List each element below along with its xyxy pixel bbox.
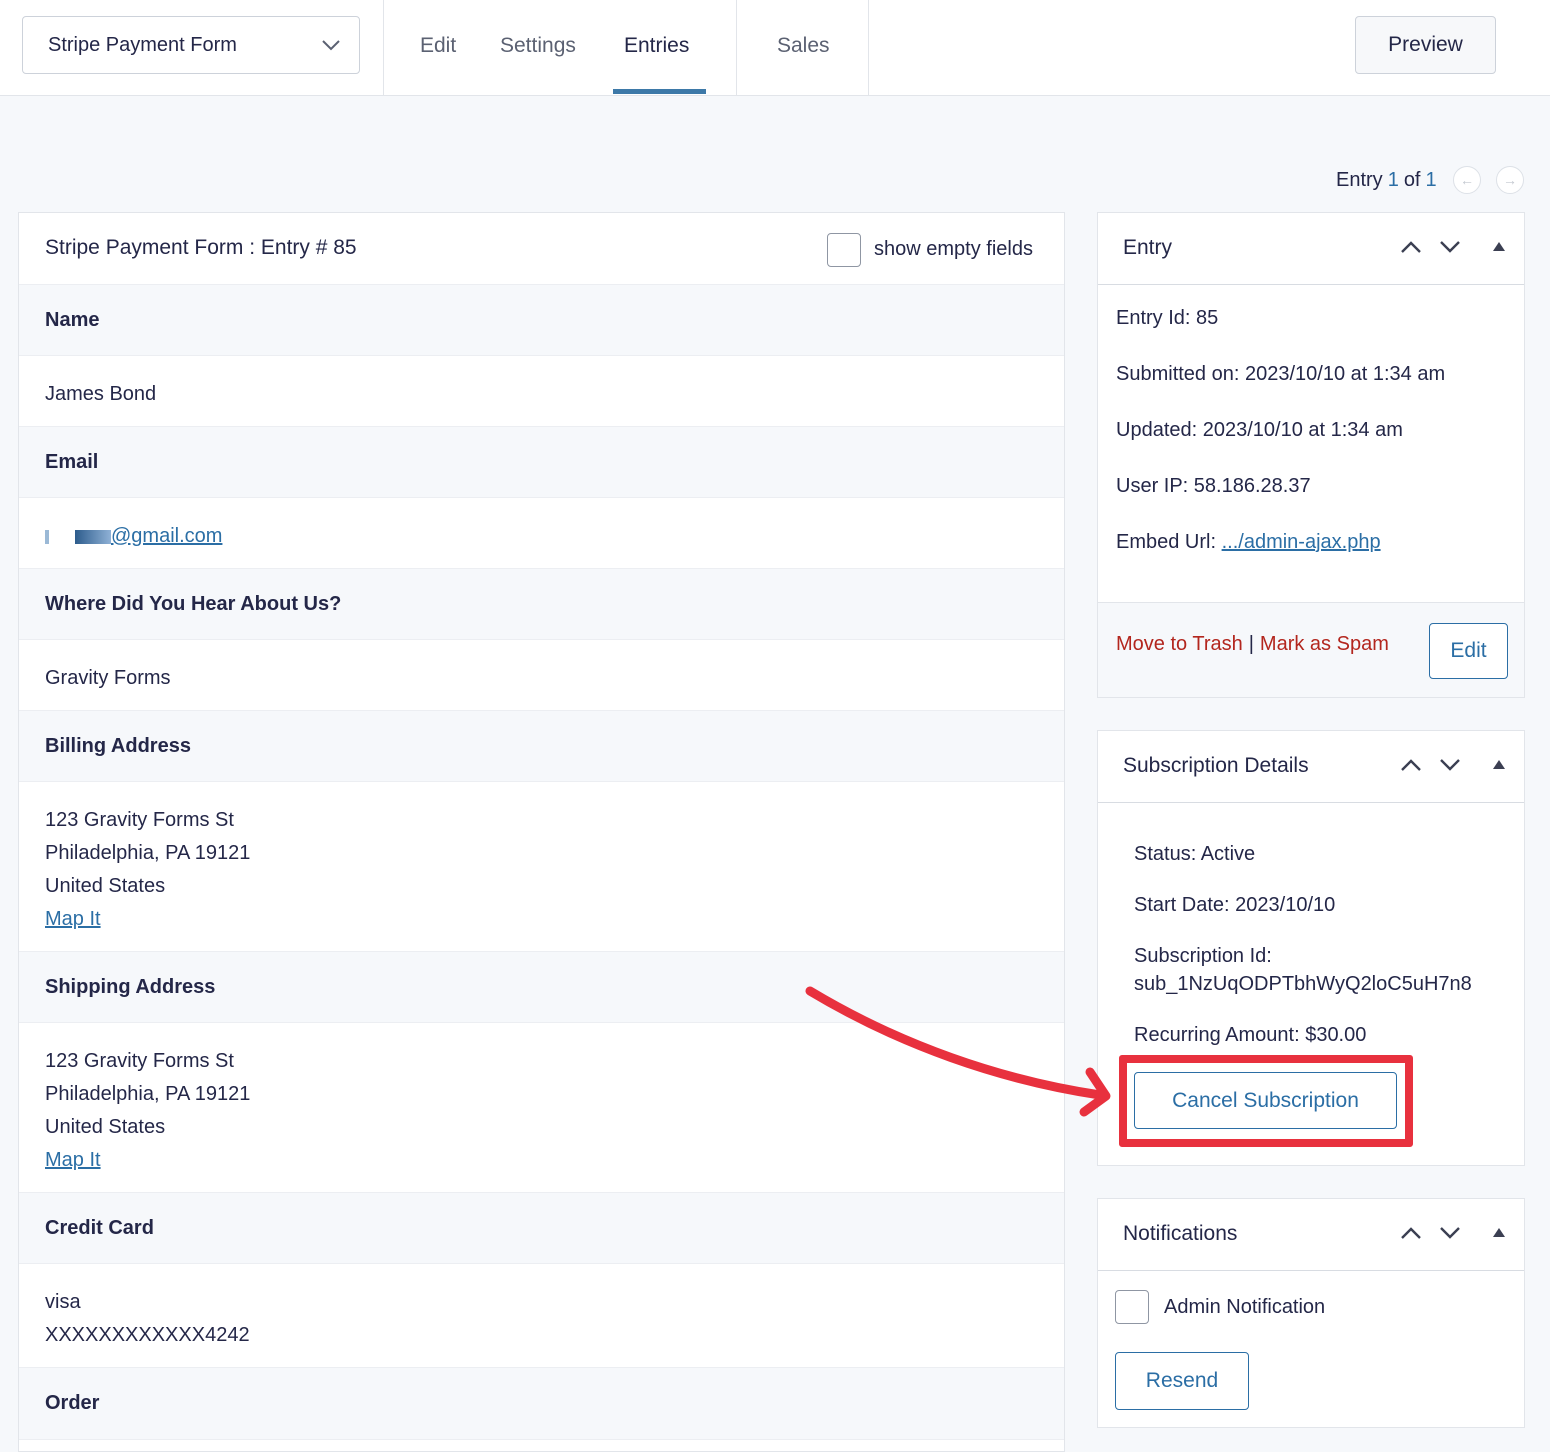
field-label-row: Order [19,1368,1064,1440]
email-link[interactable]: @gmail.com [111,525,222,547]
collapse-toggle-icon[interactable] [1493,760,1505,769]
subscription-panel-header: Subscription Details [1098,731,1524,803]
admin-notification-checkbox[interactable] [1115,1290,1149,1324]
card-number: XXXXXXXXXXXX4242 [45,1324,250,1346]
embed-url: Embed Url: .../admin-ajax.php [1116,531,1381,554]
show-empty-fields-label: show empty fields [874,238,1033,260]
move-up-icon[interactable] [1400,1225,1422,1241]
updated-on: Updated: 2023/10/10 at 1:34 am [1116,419,1403,441]
shipping-label: Shipping Address [45,976,216,998]
edit-entry-button[interactable]: Edit [1429,623,1508,679]
collapse-toggle-icon[interactable] [1493,242,1505,251]
entry-panel-title: Entry [1123,236,1173,259]
tab-edit[interactable]: Edit [420,0,456,95]
name-label: Name [45,309,100,331]
pager-prefix: Entry [1336,168,1383,191]
form-selector-label: Stripe Payment Form [48,33,237,56]
top-bar: Stripe Payment Form Edit Settings Entrie… [0,0,1550,96]
redacted-mark [45,529,49,544]
shipping-map-link[interactable]: Map It [45,1149,101,1171]
field-value-row: Gravity Forms [19,640,1064,711]
field-label-row: Billing Address [19,711,1064,782]
billing-line: Philadelphia, PA 19121 [45,842,251,864]
user-ip: User IP: 58.186.28.37 [1116,475,1311,497]
billing-map-link[interactable]: Map It [45,908,101,930]
billing-label: Billing Address [45,735,191,757]
move-to-trash-link[interactable]: Move to Trash [1116,633,1243,655]
subscription-id-label: Subscription Id: [1134,945,1272,967]
admin-notification-label: Admin Notification [1164,1296,1326,1318]
field-label-row: Shipping Address [19,952,1064,1023]
notifications-panel: Notifications Admin Notification Resend [1097,1198,1525,1428]
pager-current: 1 [1387,168,1399,191]
pager-total: 1 [1425,168,1437,191]
field-label-row: Email [19,427,1064,498]
move-down-icon[interactable] [1439,1225,1461,1241]
tab-settings[interactable]: Settings [500,0,576,95]
move-down-icon[interactable] [1439,757,1461,773]
form-selector[interactable]: Stripe Payment Form [22,16,360,74]
divider [383,0,384,95]
subscription-status: Status: Active [1134,843,1256,865]
field-label-row: Credit Card [19,1193,1064,1264]
notifications-panel-title: Notifications [1123,1222,1238,1245]
entry-detail-card: Stripe Payment Form : Entry # 85 show em… [18,212,1065,1452]
entry-panel-header: Entry [1098,213,1524,285]
divider [868,0,869,95]
embed-url-link[interactable]: .../admin-ajax.php [1222,531,1381,553]
next-entry-arrow-icon[interactable]: → [1496,166,1524,194]
chevron-down-icon [322,40,340,51]
divider [736,0,737,95]
move-up-icon[interactable] [1400,239,1422,255]
entry-detail-title: Stripe Payment Form : Entry # 85 [45,236,357,259]
subscription-panel-title: Subscription Details [1123,754,1309,777]
entry-pager: Entry 1 of 1 [1336,166,1442,194]
redacted-mark [75,529,111,544]
move-down-icon[interactable] [1439,239,1461,255]
entry-action-links: Move to Trash | Mark as Spam [1116,633,1389,656]
billing-line: 123 Gravity Forms St [45,809,234,831]
resend-button[interactable]: Resend [1115,1352,1249,1410]
embed-url-label: Embed Url: [1116,531,1217,553]
mark-as-spam-link[interactable]: Mark as Spam [1260,633,1389,655]
pager-of: of [1403,168,1421,191]
recurring-amount: Recurring Amount: $30.00 [1134,1024,1367,1046]
field-value-row: 123 Gravity Forms St Philadelphia, PA 19… [19,782,1064,952]
show-empty-fields-checkbox[interactable] [827,233,861,267]
order-label: Order [45,1392,100,1414]
move-up-icon[interactable] [1400,757,1422,773]
annotation-highlight-box [1119,1055,1413,1147]
active-tab-indicator [613,89,706,94]
card-type: visa [45,1291,81,1313]
hear-label: Where Did You Hear About Us? [45,593,342,615]
preview-button[interactable]: Preview [1355,16,1496,74]
hear-value: Gravity Forms [45,667,171,689]
card-label: Credit Card [45,1217,154,1239]
submitted-on: Submitted on: 2023/10/10 at 1:34 am [1116,363,1446,385]
field-label-row: Where Did You Hear About Us? [19,569,1064,640]
shipping-line: United States [45,1116,166,1138]
billing-line: United States [45,875,166,897]
field-value-row: visa XXXXXXXXXXXX4242 [19,1264,1064,1368]
subscription-start-date: Start Date: 2023/10/10 [1134,894,1336,916]
action-separator: | [1248,633,1254,655]
field-label-row: Name [19,285,1064,356]
shipping-line: 123 Gravity Forms St [45,1050,234,1072]
collapse-toggle-icon[interactable] [1493,1228,1505,1237]
previous-entry-arrow-icon[interactable]: ← [1453,166,1481,194]
email-label: Email [45,451,99,473]
field-value-row: @gmail.com [19,498,1064,569]
shipping-line: Philadelphia, PA 19121 [45,1083,251,1105]
field-value-row: James Bond [19,356,1064,427]
entry-panel: Entry Entry Id: 85 Submitted on: 2023/10… [1097,212,1525,698]
notifications-panel-header: Notifications [1098,1199,1524,1271]
tab-entries[interactable]: Entries [624,0,689,95]
tab-sales[interactable]: Sales [777,0,830,95]
entry-actions: Move to Trash | Mark as Spam Edit [1098,602,1524,697]
entry-detail-header: Stripe Payment Form : Entry # 85 show em… [19,213,1064,285]
entry-id: Entry Id: 85 [1116,307,1219,329]
name-value: James Bond [45,383,157,405]
subscription-id-value: sub_1NzUqODPTbhWyQ2loC5uH7n8 [1134,973,1472,995]
field-value-row: 123 Gravity Forms St Philadelphia, PA 19… [19,1023,1064,1193]
